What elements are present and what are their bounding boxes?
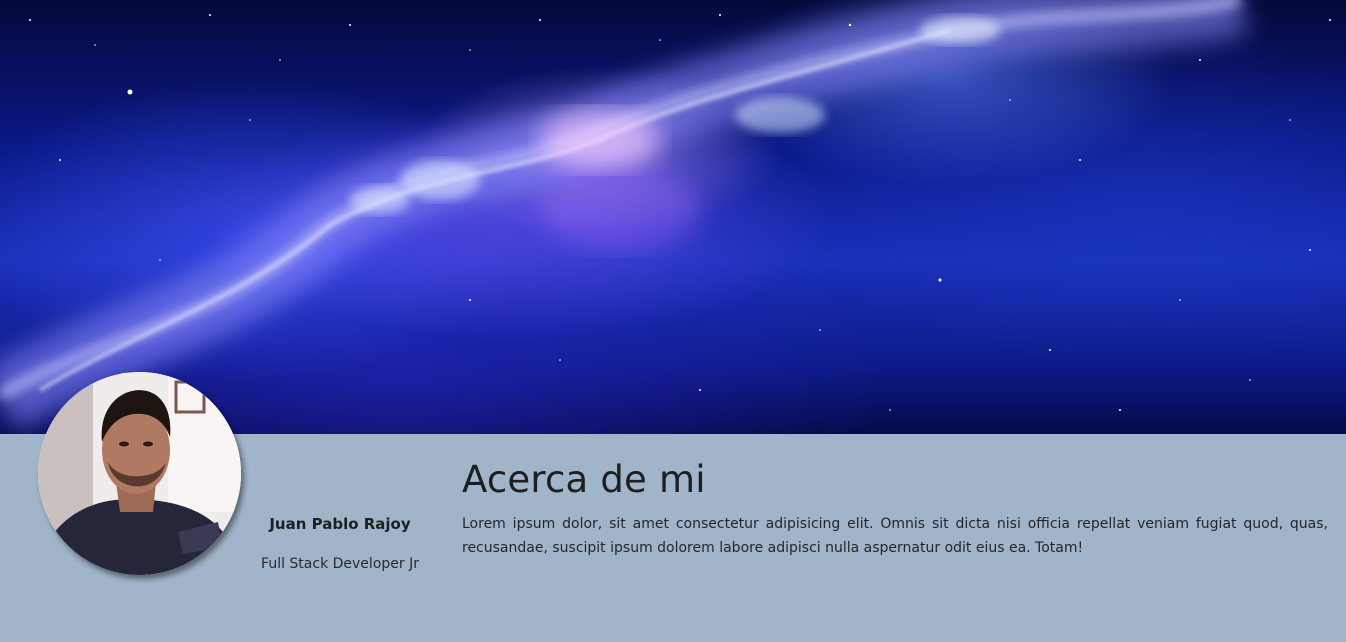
nebula-illustration bbox=[0, 0, 1331, 431]
profile-role: Full Stack Developer Jr bbox=[261, 556, 419, 572]
profile-name: Juan Pablo Rajoy bbox=[269, 515, 411, 533]
profile-photo bbox=[38, 372, 241, 575]
galaxy-banner-image bbox=[0, 0, 1346, 434]
about-paragraph: Lorem ipsum dolor, sit amet consectetur … bbox=[462, 516, 1328, 556]
about-heading: Acerca de mi bbox=[462, 458, 706, 501]
person-avatar-icon bbox=[38, 372, 241, 575]
